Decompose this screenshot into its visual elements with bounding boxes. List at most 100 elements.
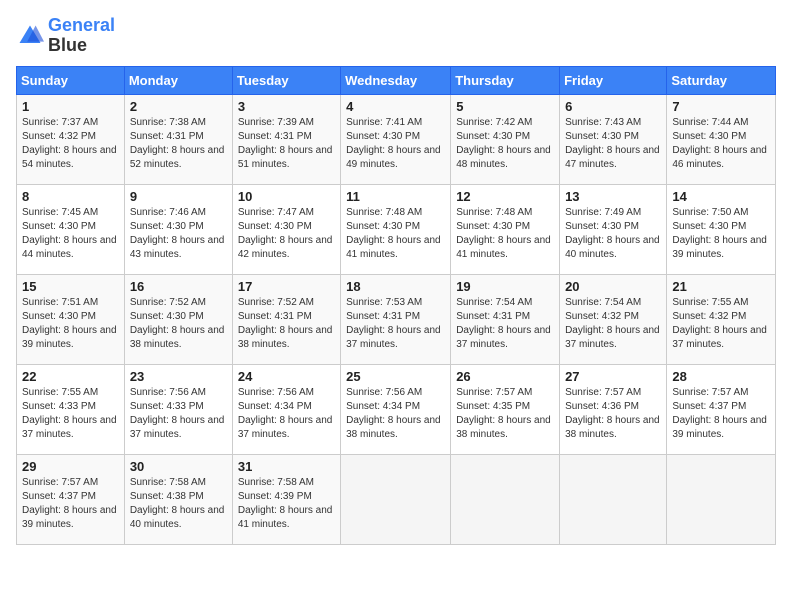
calendar: SundayMondayTuesdayWednesdayThursdayFrid…	[16, 66, 776, 545]
day-info: Sunrise: 7:56 AM Sunset: 4:34 PM Dayligh…	[238, 386, 335, 442]
col-header-friday: Friday	[560, 66, 667, 94]
day-cell: 2 Sunrise: 7:38 AM Sunset: 4:31 PM Dayli…	[124, 94, 232, 184]
day-info: Sunrise: 7:55 AM Sunset: 4:32 PM Dayligh…	[672, 296, 770, 352]
col-header-wednesday: Wednesday	[341, 66, 451, 94]
day-info: Sunrise: 7:54 AM Sunset: 4:31 PM Dayligh…	[456, 296, 554, 352]
day-info: Sunrise: 7:58 AM Sunset: 4:39 PM Dayligh…	[238, 476, 335, 532]
day-number: 4	[346, 99, 445, 114]
day-cell: 26 Sunrise: 7:57 AM Sunset: 4:35 PM Dayl…	[451, 364, 560, 454]
col-header-saturday: Saturday	[667, 66, 776, 94]
week-row-4: 22 Sunrise: 7:55 AM Sunset: 4:33 PM Dayl…	[17, 364, 776, 454]
header: General Blue	[16, 16, 776, 56]
day-number: 20	[565, 279, 661, 294]
week-row-3: 15 Sunrise: 7:51 AM Sunset: 4:30 PM Dayl…	[17, 274, 776, 364]
day-number: 5	[456, 99, 554, 114]
day-cell: 18 Sunrise: 7:53 AM Sunset: 4:31 PM Dayl…	[341, 274, 451, 364]
logo: General Blue	[16, 16, 115, 56]
day-info: Sunrise: 7:56 AM Sunset: 4:34 PM Dayligh…	[346, 386, 445, 442]
day-number: 6	[565, 99, 661, 114]
day-cell: 17 Sunrise: 7:52 AM Sunset: 4:31 PM Dayl…	[232, 274, 340, 364]
day-info: Sunrise: 7:42 AM Sunset: 4:30 PM Dayligh…	[456, 116, 554, 172]
day-cell: 5 Sunrise: 7:42 AM Sunset: 4:30 PM Dayli…	[451, 94, 560, 184]
day-number: 11	[346, 189, 445, 204]
week-row-2: 8 Sunrise: 7:45 AM Sunset: 4:30 PM Dayli…	[17, 184, 776, 274]
day-cell: 12 Sunrise: 7:48 AM Sunset: 4:30 PM Dayl…	[451, 184, 560, 274]
day-number: 24	[238, 369, 335, 384]
day-cell: 10 Sunrise: 7:47 AM Sunset: 4:30 PM Dayl…	[232, 184, 340, 274]
day-number: 22	[22, 369, 119, 384]
day-info: Sunrise: 7:57 AM Sunset: 4:37 PM Dayligh…	[22, 476, 119, 532]
day-cell	[341, 454, 451, 544]
day-number: 17	[238, 279, 335, 294]
day-number: 1	[22, 99, 119, 114]
day-number: 31	[238, 459, 335, 474]
day-number: 21	[672, 279, 770, 294]
day-number: 23	[130, 369, 227, 384]
day-cell: 1 Sunrise: 7:37 AM Sunset: 4:32 PM Dayli…	[17, 94, 125, 184]
day-info: Sunrise: 7:46 AM Sunset: 4:30 PM Dayligh…	[130, 206, 227, 262]
day-cell: 8 Sunrise: 7:45 AM Sunset: 4:30 PM Dayli…	[17, 184, 125, 274]
day-info: Sunrise: 7:48 AM Sunset: 4:30 PM Dayligh…	[456, 206, 554, 262]
day-number: 29	[22, 459, 119, 474]
day-info: Sunrise: 7:48 AM Sunset: 4:30 PM Dayligh…	[346, 206, 445, 262]
day-info: Sunrise: 7:43 AM Sunset: 4:30 PM Dayligh…	[565, 116, 661, 172]
day-number: 27	[565, 369, 661, 384]
day-cell: 23 Sunrise: 7:56 AM Sunset: 4:33 PM Dayl…	[124, 364, 232, 454]
day-number: 2	[130, 99, 227, 114]
day-number: 12	[456, 189, 554, 204]
day-info: Sunrise: 7:41 AM Sunset: 4:30 PM Dayligh…	[346, 116, 445, 172]
day-cell: 11 Sunrise: 7:48 AM Sunset: 4:30 PM Dayl…	[341, 184, 451, 274]
day-cell	[451, 454, 560, 544]
day-cell: 29 Sunrise: 7:57 AM Sunset: 4:37 PM Dayl…	[17, 454, 125, 544]
day-number: 16	[130, 279, 227, 294]
day-cell: 16 Sunrise: 7:52 AM Sunset: 4:30 PM Dayl…	[124, 274, 232, 364]
day-cell: 4 Sunrise: 7:41 AM Sunset: 4:30 PM Dayli…	[341, 94, 451, 184]
day-info: Sunrise: 7:44 AM Sunset: 4:30 PM Dayligh…	[672, 116, 770, 172]
day-info: Sunrise: 7:38 AM Sunset: 4:31 PM Dayligh…	[130, 116, 227, 172]
logo-icon	[16, 22, 44, 50]
calendar-header: SundayMondayTuesdayWednesdayThursdayFrid…	[17, 66, 776, 94]
day-info: Sunrise: 7:49 AM Sunset: 4:30 PM Dayligh…	[565, 206, 661, 262]
col-header-tuesday: Tuesday	[232, 66, 340, 94]
day-number: 10	[238, 189, 335, 204]
day-number: 30	[130, 459, 227, 474]
day-number: 18	[346, 279, 445, 294]
day-cell: 3 Sunrise: 7:39 AM Sunset: 4:31 PM Dayli…	[232, 94, 340, 184]
day-number: 7	[672, 99, 770, 114]
day-cell: 6 Sunrise: 7:43 AM Sunset: 4:30 PM Dayli…	[560, 94, 667, 184]
day-info: Sunrise: 7:52 AM Sunset: 4:31 PM Dayligh…	[238, 296, 335, 352]
logo-text: General Blue	[48, 16, 115, 56]
day-cell: 20 Sunrise: 7:54 AM Sunset: 4:32 PM Dayl…	[560, 274, 667, 364]
day-number: 8	[22, 189, 119, 204]
day-cell	[560, 454, 667, 544]
col-header-sunday: Sunday	[17, 66, 125, 94]
day-cell: 28 Sunrise: 7:57 AM Sunset: 4:37 PM Dayl…	[667, 364, 776, 454]
day-info: Sunrise: 7:57 AM Sunset: 4:36 PM Dayligh…	[565, 386, 661, 442]
header-row: SundayMondayTuesdayWednesdayThursdayFrid…	[17, 66, 776, 94]
day-info: Sunrise: 7:55 AM Sunset: 4:33 PM Dayligh…	[22, 386, 119, 442]
day-info: Sunrise: 7:57 AM Sunset: 4:37 PM Dayligh…	[672, 386, 770, 442]
day-cell: 27 Sunrise: 7:57 AM Sunset: 4:36 PM Dayl…	[560, 364, 667, 454]
day-cell: 24 Sunrise: 7:56 AM Sunset: 4:34 PM Dayl…	[232, 364, 340, 454]
day-number: 19	[456, 279, 554, 294]
day-cell: 14 Sunrise: 7:50 AM Sunset: 4:30 PM Dayl…	[667, 184, 776, 274]
day-cell: 13 Sunrise: 7:49 AM Sunset: 4:30 PM Dayl…	[560, 184, 667, 274]
day-cell: 9 Sunrise: 7:46 AM Sunset: 4:30 PM Dayli…	[124, 184, 232, 274]
day-cell	[667, 454, 776, 544]
day-number: 25	[346, 369, 445, 384]
day-number: 9	[130, 189, 227, 204]
day-info: Sunrise: 7:56 AM Sunset: 4:33 PM Dayligh…	[130, 386, 227, 442]
day-info: Sunrise: 7:37 AM Sunset: 4:32 PM Dayligh…	[22, 116, 119, 172]
day-cell: 21 Sunrise: 7:55 AM Sunset: 4:32 PM Dayl…	[667, 274, 776, 364]
day-cell: 7 Sunrise: 7:44 AM Sunset: 4:30 PM Dayli…	[667, 94, 776, 184]
day-number: 28	[672, 369, 770, 384]
week-row-5: 29 Sunrise: 7:57 AM Sunset: 4:37 PM Dayl…	[17, 454, 776, 544]
day-number: 3	[238, 99, 335, 114]
day-info: Sunrise: 7:54 AM Sunset: 4:32 PM Dayligh…	[565, 296, 661, 352]
day-cell: 15 Sunrise: 7:51 AM Sunset: 4:30 PM Dayl…	[17, 274, 125, 364]
day-cell: 30 Sunrise: 7:58 AM Sunset: 4:38 PM Dayl…	[124, 454, 232, 544]
calendar-body: 1 Sunrise: 7:37 AM Sunset: 4:32 PM Dayli…	[17, 94, 776, 544]
day-cell: 19 Sunrise: 7:54 AM Sunset: 4:31 PM Dayl…	[451, 274, 560, 364]
day-info: Sunrise: 7:45 AM Sunset: 4:30 PM Dayligh…	[22, 206, 119, 262]
day-info: Sunrise: 7:52 AM Sunset: 4:30 PM Dayligh…	[130, 296, 227, 352]
